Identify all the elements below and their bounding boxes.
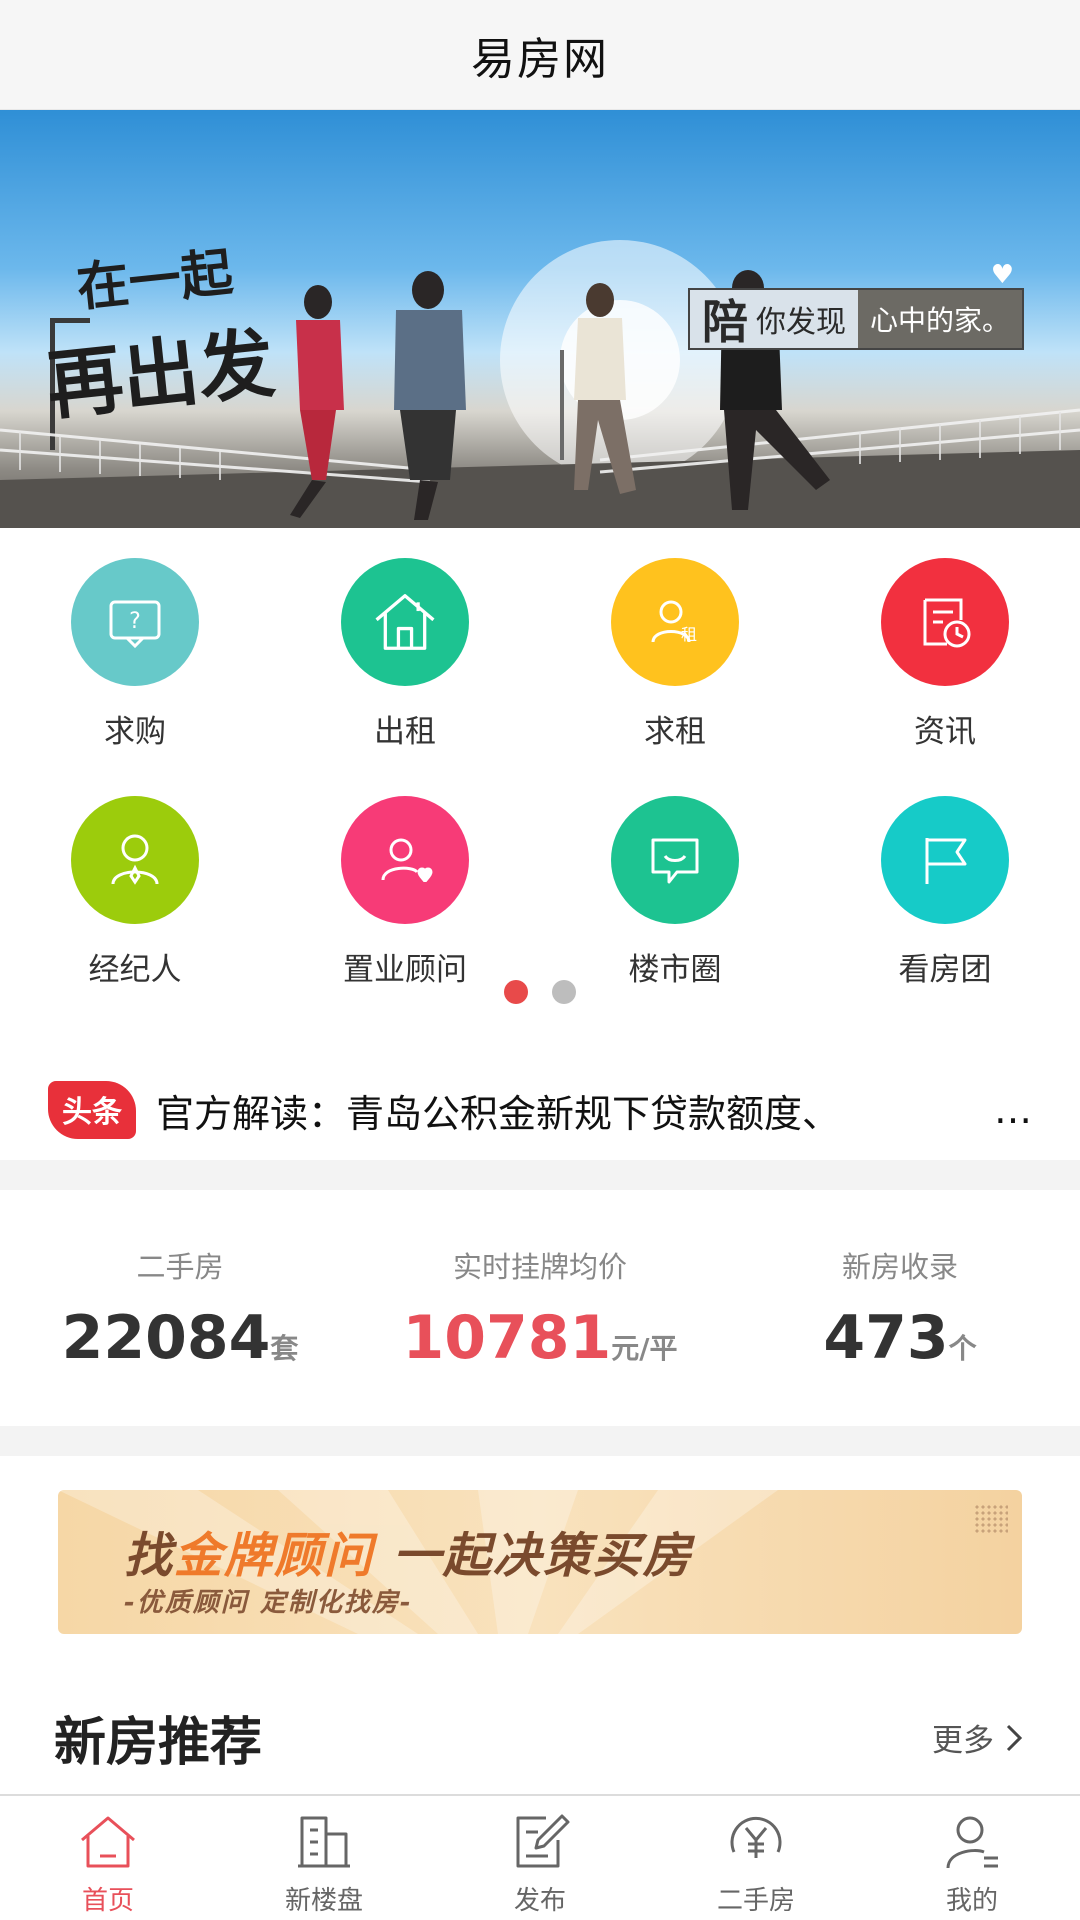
banner-tagline: 陪你发现 心中的家。: [687, 288, 1024, 350]
entry-zhiyeguwen[interactable]: 置业顾问: [270, 766, 540, 1004]
banner-tag-strong: 陪: [701, 295, 748, 349]
grid-pager: [0, 980, 1080, 1004]
more-link[interactable]: 更多: [932, 1715, 1026, 1760]
banner-tag-highlight: 心中的家。: [857, 290, 1022, 348]
profile-icon: [946, 1816, 998, 1869]
stat-new-homes[interactable]: 新房收录 473个: [720, 1190, 1080, 1426]
stat-value: 22084套: [61, 1303, 299, 1373]
promo-title: 找金牌顾问 一起决策买房: [124, 1528, 693, 1584]
tab-label: 新楼盘: [284, 1886, 363, 1916]
tab-label: 发布: [513, 1886, 566, 1916]
promo-title-highlight: 金牌顾问: [174, 1528, 375, 1584]
hero-banner[interactable]: 在一起 再出发 ♥ 陪你发现 心中的家。: [0, 110, 1080, 528]
entry-kanfangtuan[interactable]: 看房团: [810, 766, 1080, 1004]
svg-text:租: 租: [681, 625, 697, 644]
home-icon: [81, 1816, 135, 1868]
entry-label: 资讯: [914, 714, 976, 750]
entry-chuzu[interactable]: 出租: [270, 528, 540, 766]
entry-zixun[interactable]: 资讯: [810, 528, 1080, 766]
question-card-icon: ?: [71, 558, 199, 686]
headline-badge: 头条: [48, 1081, 136, 1139]
tab-secondhand[interactable]: 二手房: [648, 1796, 864, 1920]
edit-icon: [516, 1814, 570, 1868]
headline-text[interactable]: 官方解读：青岛公积金新规下贷款额度、: [156, 1083, 986, 1138]
entry-label: 出租: [374, 714, 436, 750]
tab-publish[interactable]: 发布: [432, 1796, 648, 1920]
tab-home[interactable]: 首页: [0, 1796, 216, 1920]
entry-loushiquan[interactable]: 楼市圈: [540, 766, 810, 1004]
chevron-right-icon: [1006, 1724, 1023, 1751]
pager-dot[interactable]: [552, 980, 576, 1004]
section-title: 新房推荐: [54, 1713, 263, 1773]
promo-banner[interactable]: 找金牌顾问 一起决策买房 -优质顾问 定制化找房-: [58, 1490, 1022, 1634]
stat-value: 473个: [823, 1303, 977, 1373]
section-divider: [0, 1426, 1080, 1456]
yen-icon: [730, 1816, 782, 1858]
tab-new-buildings[interactable]: 新楼盘: [216, 1796, 432, 1920]
stat-unit: 套: [270, 1332, 299, 1365]
banner-slogan: 在一起 再出发: [33, 227, 279, 435]
stat-label: 二手房: [136, 1250, 224, 1284]
svg-text:?: ?: [129, 609, 141, 634]
nav-bar: 易房网: [0, 0, 1080, 110]
dot-grid-decoration: [974, 1504, 1008, 1534]
bottom-tab-bar: 首页 新楼盘 发布 二手房 我的: [0, 1794, 1080, 1920]
chat-bubble-icon: [611, 796, 739, 924]
stat-avg-price[interactable]: 实时挂牌均价 10781元/平: [360, 1190, 720, 1426]
promo-subtitle: -优质顾问 定制化找房-: [124, 1588, 413, 1618]
heart-icon: ♥: [990, 260, 1014, 290]
entry-qiugou[interactable]: ? 求购: [0, 528, 270, 766]
user-rent-icon: 租: [611, 558, 739, 686]
tab-label: 首页: [81, 1886, 134, 1916]
entry-jingjiren[interactable]: 经纪人: [0, 766, 270, 1004]
stat-label: 实时挂牌均价: [452, 1250, 627, 1284]
agent-icon: [71, 796, 199, 924]
consultant-icon: [341, 796, 469, 924]
stat-secondhand[interactable]: 二手房 22084套: [0, 1190, 360, 1426]
entry-label: 求租: [644, 714, 706, 750]
flag-icon: [881, 796, 1009, 924]
pager-dot-active[interactable]: [504, 980, 528, 1004]
entry-qiuzu[interactable]: 租 求租: [540, 528, 810, 766]
tab-label: 我的: [945, 1886, 998, 1916]
house-icon: [341, 558, 469, 686]
section-divider: [0, 1160, 1080, 1190]
headline-ellipsis: …: [994, 1088, 1032, 1132]
headline-ticker[interactable]: 头条 官方解读：青岛公积金新规下贷款额度、 …: [0, 1060, 1080, 1160]
tab-mine[interactable]: 我的: [864, 1796, 1080, 1920]
news-clock-icon: [881, 558, 1009, 686]
stat-value: 10781元/平: [402, 1303, 678, 1373]
stat-unit: 元/平: [611, 1332, 678, 1365]
entry-label: 求购: [104, 714, 166, 750]
banner-tag-text: 你发现: [755, 305, 846, 340]
new-homes-section-header: 新房推荐 更多: [54, 1700, 1026, 1775]
building-icon: [298, 1816, 350, 1868]
app-title: 易房网: [471, 33, 609, 85]
quick-entry-grid: ? 求购 出租 租 求租 资讯 经纪人 置业顾问 楼市圈 看房团: [0, 528, 1080, 1004]
market-stats: 二手房 22084套 实时挂牌均价 10781元/平 新房收录 473个: [0, 1190, 1080, 1426]
stat-label: 新房收录: [841, 1250, 958, 1284]
tab-label: 二手房: [716, 1886, 795, 1916]
stat-unit: 个: [948, 1332, 977, 1365]
